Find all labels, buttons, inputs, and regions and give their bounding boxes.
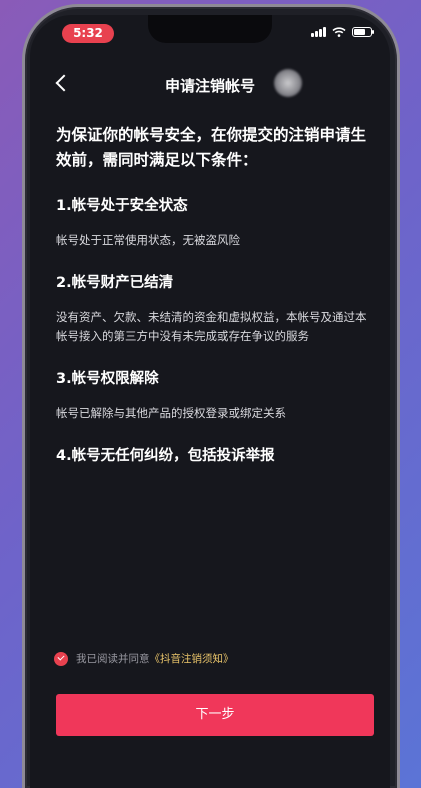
requirement-title: 3.帐号权限解除 bbox=[56, 371, 159, 387]
requirement-section: 4.帐号无任何纠纷，包括投诉举报 bbox=[56, 445, 376, 467]
requirement-section: 2.帐号财产已结清 没有资产、欠款、未结清的资金和虚拟权益，本帐号及通过本帐号接… bbox=[56, 272, 376, 346]
avatar bbox=[274, 69, 302, 97]
requirement-title: 4.帐号无任何纠纷，包括投诉举报 bbox=[56, 448, 275, 464]
requirement-desc: 没有资产、欠款、未结清的资金和虚拟权益，本帐号及通过本帐号接入的第三方中没有未完… bbox=[56, 310, 367, 343]
signal-icon bbox=[311, 27, 326, 37]
status-time: 5:32 bbox=[62, 24, 114, 43]
page-title: 申请注销帐号 bbox=[164, 77, 255, 95]
requirements-content: 为保证你的帐号安全，在你提交的注销申请生效前，需同时满足以下条件： 1.帐号处于… bbox=[56, 123, 376, 467]
wifi-icon bbox=[332, 27, 346, 37]
agreement-link[interactable]: 《抖音注销须知》 bbox=[150, 653, 234, 665]
intro-text: 为保证你的帐号安全，在你提交的注销申请生效前，需同时满足以下条件： bbox=[56, 126, 367, 169]
requirement-desc: 帐号已解除与其他产品的授权登录或绑定关系 bbox=[56, 406, 286, 420]
agreement-checkbox[interactable] bbox=[54, 651, 68, 666]
agreement-row: 我已阅读并同意《抖音注销须知》 bbox=[54, 651, 234, 666]
requirement-section: 3.帐号权限解除 帐号已解除与其他产品的授权登录或绑定关系 bbox=[56, 368, 376, 423]
notch bbox=[148, 15, 272, 43]
app-screen: 5:32 申请注销帐号 为保证你的帐号安全，在你提交的注销申请生效前，需同时满足… bbox=[30, 15, 390, 788]
requirement-title: 1.帐号处于安全状态 bbox=[56, 198, 188, 214]
requirement-section: 1.帐号处于安全状态 帐号处于正常使用状态，无被盗风险 bbox=[56, 195, 376, 250]
requirement-desc: 帐号处于正常使用状态，无被盗风险 bbox=[56, 233, 240, 247]
agreement-text: 我已阅读并同意《抖音注销须知》 bbox=[76, 653, 234, 665]
status-icons bbox=[311, 27, 374, 37]
battery-icon bbox=[352, 27, 374, 37]
requirement-title: 2.帐号财产已结清 bbox=[56, 275, 174, 291]
next-button[interactable]: 下一步 bbox=[56, 694, 374, 736]
